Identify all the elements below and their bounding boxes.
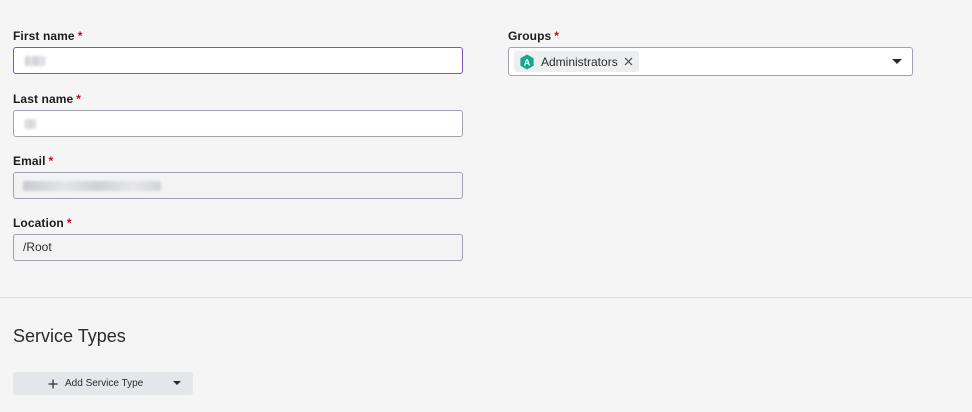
redacted-value [25, 56, 45, 66]
hexagon-avatar-icon: A [520, 54, 534, 69]
last-name-label-text: Last name [13, 92, 74, 106]
user-form-page: First name * Last name * Email * Location * … [0, 0, 972, 412]
redacted-value [25, 119, 36, 129]
group-chip-label: Administrators [541, 54, 618, 69]
last-name-label: Last name * [13, 92, 81, 106]
add-service-type-label: Add Service Type [65, 378, 144, 389]
service-types-title: Service Types [13, 326, 126, 346]
required-mark: * [554, 29, 560, 43]
email-label-text: Email [13, 154, 46, 168]
first-name-input[interactable] [13, 47, 463, 74]
groups-select[interactable]: A Administrators [508, 47, 913, 76]
required-mark: * [66, 216, 72, 230]
groups-label-text: Groups [508, 29, 552, 43]
group-chip-administrators: A Administrators [514, 51, 639, 72]
first-name-label-text: First name [13, 29, 75, 43]
location-label-text: Location [13, 216, 64, 230]
chip-avatar-initial: A [524, 57, 531, 67]
last-name-input[interactable] [13, 110, 463, 137]
email-label: Email * [13, 154, 53, 168]
location-label: Location * [13, 216, 72, 230]
add-service-type-button[interactable]: Add Service Type [13, 372, 193, 395]
required-mark: * [76, 92, 82, 106]
plus-icon [48, 379, 58, 388]
caret-down-icon[interactable] [173, 381, 181, 385]
section-divider [0, 297, 972, 298]
caret-down-icon[interactable] [892, 59, 902, 64]
redacted-value [23, 181, 161, 191]
location-input[interactable]: /Root [13, 234, 463, 261]
first-name-label: First name * [13, 29, 82, 43]
required-mark: * [48, 154, 54, 168]
groups-label: Groups * [508, 29, 559, 43]
email-input[interactable] [13, 172, 463, 199]
close-icon[interactable] [624, 57, 633, 66]
location-value: /Root [23, 240, 52, 254]
required-mark: * [77, 29, 83, 43]
